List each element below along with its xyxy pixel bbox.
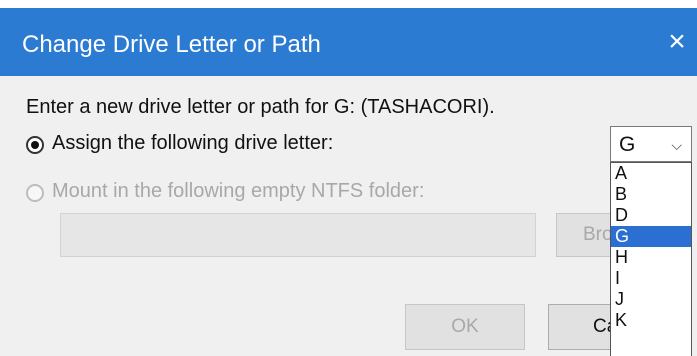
drive-option-b[interactable]: B (611, 184, 691, 205)
drive-option-k[interactable]: K (611, 310, 691, 331)
drive-option-i[interactable]: I (611, 268, 691, 289)
window-top-edge (0, 0, 697, 8)
chevron-down-icon[interactable]: ⌵ (671, 137, 682, 154)
drive-option-a[interactable]: A (611, 163, 691, 184)
title-bar[interactable]: Change Drive Letter or Path × (0, 8, 697, 76)
change-drive-letter-dialog: Change Drive Letter or Path × Enter a ne… (0, 0, 697, 356)
drive-option-h[interactable]: H (611, 247, 691, 268)
window-title: Change Drive Letter or Path (22, 31, 321, 58)
mount-folder-label[interactable]: Mount in the following empty NTFS folder… (52, 180, 424, 203)
drive-letter-value: G (619, 133, 636, 156)
mount-path-input[interactable] (60, 213, 536, 257)
radio-selected-dot (31, 141, 39, 149)
close-icon[interactable]: × (657, 8, 697, 76)
drive-option-j[interactable]: J (611, 289, 691, 310)
mount-folder-radio[interactable] (26, 184, 44, 202)
assign-letter-radio[interactable] (26, 136, 44, 154)
cancel-button[interactable]: Ca (548, 304, 618, 350)
browse-button[interactable]: Bro (556, 213, 616, 257)
drive-option-g[interactable]: G (611, 226, 691, 247)
prompt-text: Enter a new drive letter or path for G: … (26, 96, 495, 118)
drive-letter-select[interactable]: G ⌵ (610, 126, 692, 162)
assign-letter-label[interactable]: Assign the following drive letter: (52, 132, 333, 155)
drive-letter-list[interactable]: A B D G H I J K (610, 162, 692, 356)
ok-button[interactable]: OK (405, 304, 525, 350)
drive-option-d[interactable]: D (611, 205, 691, 226)
